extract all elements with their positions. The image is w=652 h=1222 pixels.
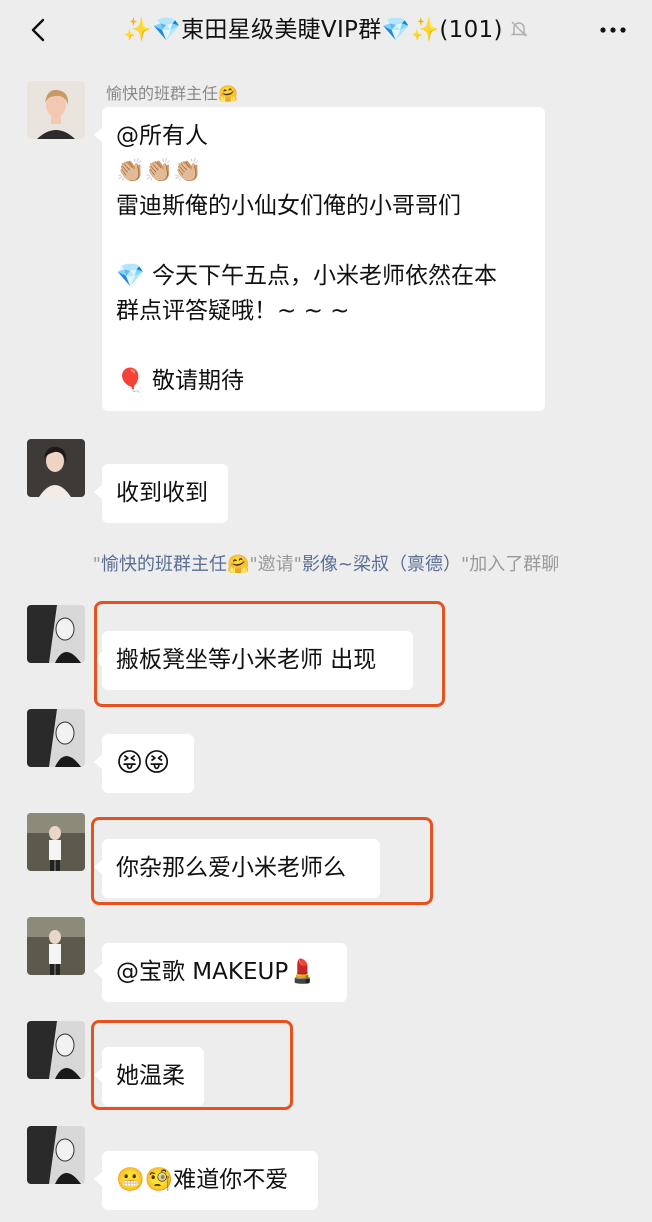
highlight-box — [91, 817, 433, 905]
avatar[interactable] — [27, 1021, 85, 1079]
message-bubble[interactable]: 😬🧐难道你不爱 — [94, 1151, 318, 1210]
invitee-name[interactable]: 影像~梁叔（禀德） — [302, 554, 461, 575]
bell-slash-icon — [510, 21, 528, 37]
more-dots-icon[interactable] — [598, 20, 628, 40]
avatar[interactable] — [27, 709, 85, 767]
message-line: 💎 今天下午五点，小米老师依然在本 — [116, 263, 497, 289]
message-bubble[interactable]: 😝😝 — [94, 734, 194, 793]
avatar[interactable] — [27, 605, 85, 663]
chat-header: ✨💎東田星级美睫VIP群💎✨(101) — [0, 0, 652, 62]
system-quote: " — [92, 554, 101, 575]
message-text: 😬🧐难道你不爱 — [116, 1167, 289, 1193]
avatar[interactable] — [27, 1126, 85, 1184]
message-line: 👏🏼👏🏼👏🏼 — [116, 158, 202, 184]
system-quote: "邀请" — [249, 554, 302, 575]
avatar[interactable] — [27, 813, 85, 871]
message-line: @所有人 — [116, 123, 208, 149]
chat-title: ✨💎東田星级美睫VIP群💎✨(101) — [0, 14, 652, 46]
message-text: 😝😝 — [116, 748, 171, 778]
message-text: 收到收到 — [116, 480, 208, 506]
message-line: 🎈 敬请期待 — [116, 368, 244, 394]
message-bubble[interactable]: @宝歌 MAKEUP💄 — [94, 943, 347, 1002]
inviter-name[interactable]: 愉快的班群主任🤗 — [101, 554, 249, 575]
message-line: 群点评答疑哦！~ ~ ~ — [116, 298, 350, 324]
chat-title-text: ✨💎東田星级美睫VIP群💎✨(101) — [123, 17, 503, 43]
avatar[interactable] — [27, 81, 85, 139]
message-bubble[interactable]: 收到收到 — [94, 464, 228, 523]
message-line: 雷迪斯俺的小仙女们俺的小哥哥们 — [116, 193, 461, 219]
message-text: @宝歌 MAKEUP💄 — [116, 959, 317, 985]
system-quote: "加入了群聊 — [461, 554, 560, 575]
system-notice: "愉快的班群主任🤗"邀请"影像~梁叔（禀德）"加入了群聊 — [0, 551, 652, 579]
highlight-box — [91, 1020, 293, 1110]
sender-name: 愉快的班群主任🤗 — [106, 84, 238, 103]
avatar[interactable] — [27, 917, 85, 975]
message-bubble[interactable]: @所有人 👏🏼👏🏼👏🏼 雷迪斯俺的小仙女们俺的小哥哥们 💎 今天下午五点，小米老… — [94, 107, 545, 411]
avatar[interactable] — [27, 439, 85, 497]
highlight-box — [94, 601, 445, 707]
